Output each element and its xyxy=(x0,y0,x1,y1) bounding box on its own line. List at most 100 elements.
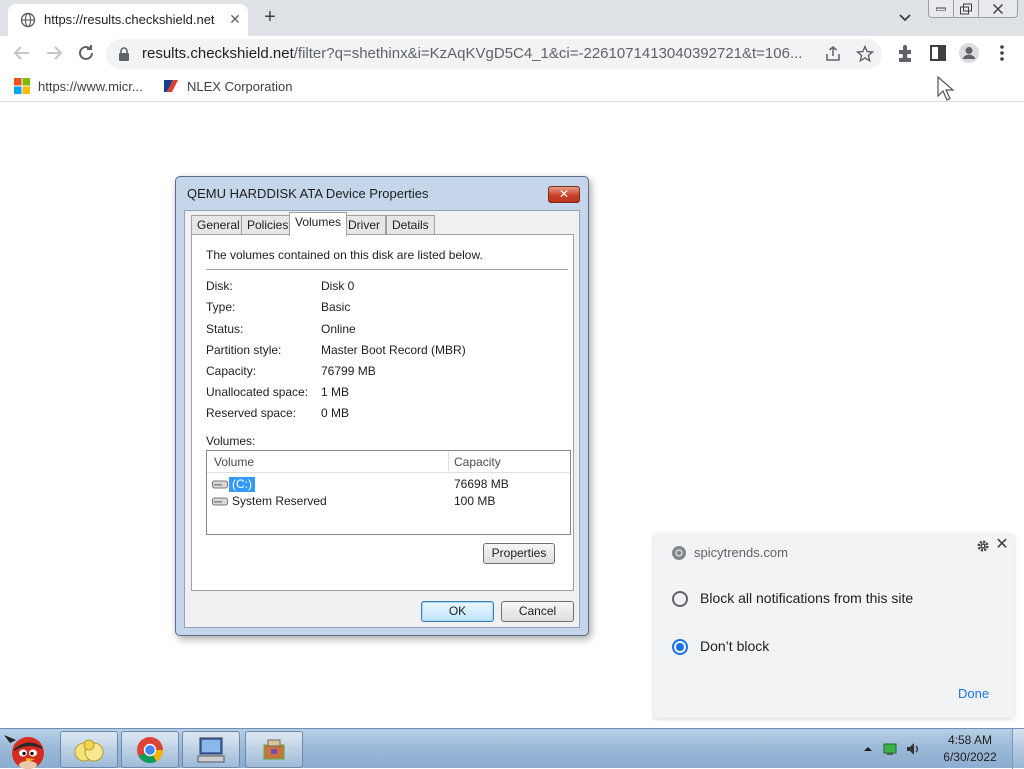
drive-icon xyxy=(212,497,228,506)
volumes-intro-text: The volumes contained on this disk are l… xyxy=(206,248,483,262)
kebab-menu-icon[interactable] xyxy=(991,42,1013,64)
taskbar-device-manager-button[interactable] xyxy=(182,731,240,768)
volumes-list-header: Volume Capacity xyxy=(207,451,570,473)
bookmark-item[interactable]: https://www.micr... xyxy=(14,76,143,96)
taskbar-chrome-button[interactable] xyxy=(121,731,179,768)
device-properties-dialog: QEMU HARDDISK ATA Device Properties ✕ Ge… xyxy=(175,176,589,636)
window-close-button[interactable] xyxy=(978,0,1018,18)
reload-icon[interactable] xyxy=(74,41,98,65)
new-tab-button[interactable]: + xyxy=(258,6,282,30)
dialog-title: QEMU HARDDISK ATA Device Properties xyxy=(187,186,429,201)
window-minimize-button[interactable] xyxy=(928,0,954,18)
property-label: Partition style: xyxy=(206,343,282,357)
radio-label-dont-block[interactable]: Don’t block xyxy=(700,638,769,654)
close-icon xyxy=(993,3,1003,14)
tray-expand-icon[interactable] xyxy=(860,741,876,757)
volume-speaker-icon[interactable] xyxy=(905,741,921,757)
taskbar-clock[interactable]: 4:58 AM 6/30/2022 xyxy=(934,732,1006,766)
clock-date: 6/30/2022 xyxy=(943,750,997,764)
drive-icon xyxy=(212,480,228,489)
nlex-logo-icon xyxy=(164,80,178,92)
restore-icon xyxy=(960,3,972,14)
property-value: Basic xyxy=(321,300,351,314)
url-text: results.checkshield.net/filter?q=shethin… xyxy=(142,45,822,62)
tab-general[interactable]: General xyxy=(191,215,246,235)
address-bar[interactable]: results.checkshield.net/filter?q=shethin… xyxy=(106,39,882,69)
tab-close-icon[interactable]: ✕ xyxy=(226,10,244,28)
property-value: Online xyxy=(321,322,356,336)
extensions-puzzle-icon[interactable] xyxy=(895,42,917,64)
radio-label-block-all[interactable]: Block all notifications from this site xyxy=(700,590,913,606)
property-label: Status: xyxy=(206,322,244,336)
folder-group-icon xyxy=(74,739,104,761)
lock-icon[interactable] xyxy=(118,47,130,61)
side-panel-icon[interactable] xyxy=(927,42,949,64)
ok-button[interactable]: OK xyxy=(421,601,494,622)
tab-details[interactable]: Details xyxy=(386,215,435,235)
property-value: 0 MB xyxy=(321,406,350,420)
radio-dont-block[interactable] xyxy=(672,639,688,655)
column-header-capacity[interactable]: Capacity xyxy=(454,455,501,469)
tab-title: https://results.checkshield.net xyxy=(44,12,215,27)
browser-tab[interactable]: https://results.checkshield.net ✕ xyxy=(8,4,248,36)
back-arrow-icon[interactable] xyxy=(10,41,34,65)
radio-block-all[interactable] xyxy=(672,591,688,607)
notification-permission-bubble: spicytrends.com ✕ Block all notification… xyxy=(654,534,1014,718)
network-icon[interactable] xyxy=(882,741,898,757)
clock-time: 4:58 AM xyxy=(947,733,993,747)
bookmarks-bar: https://www.micr... NLEX Corporation xyxy=(0,70,1024,102)
property-label: Disk: xyxy=(206,279,233,293)
microsoft-logo-icon xyxy=(14,78,30,94)
tab-driver[interactable]: Driver xyxy=(342,215,386,235)
start-button-angry-bird-icon[interactable] xyxy=(2,729,54,769)
chevron-down-icon[interactable] xyxy=(894,8,916,28)
volume-row[interactable]: (C:) 76698 MB xyxy=(207,476,570,493)
profile-avatar-icon[interactable] xyxy=(958,42,980,64)
column-header-volume[interactable]: Volume xyxy=(214,455,254,469)
column-divider[interactable] xyxy=(448,451,449,473)
url-path: /filter?q=shethinx&i=KzAqKVgD5C4_1&ci=-2… xyxy=(293,45,803,62)
computer-icon xyxy=(197,737,225,762)
volumes-label: Volumes: xyxy=(206,434,256,448)
tab-volumes[interactable]: Volumes xyxy=(289,212,348,236)
properties-button[interactable]: Properties xyxy=(483,543,555,564)
property-label: Reserved space: xyxy=(206,406,297,420)
bookmark-label: https://www.micr... xyxy=(38,78,143,94)
globe-icon xyxy=(20,12,36,28)
tab-policies[interactable]: Policies xyxy=(241,215,295,235)
volume-name: System Reserved xyxy=(232,494,327,508)
property-value: 76799 MB xyxy=(321,364,376,378)
chrome-logo-icon xyxy=(672,546,686,560)
window-restore-button[interactable] xyxy=(953,0,979,18)
gear-icon[interactable] xyxy=(976,539,990,553)
toolbox-icon xyxy=(263,739,285,759)
bookmark-item[interactable]: NLEX Corporation xyxy=(163,76,293,96)
dialog-body: General Policies Volumes Driver Details … xyxy=(184,210,580,628)
property-value: 1 MB xyxy=(321,385,350,399)
property-label: Type: xyxy=(206,300,236,314)
taskbar-app-button[interactable] xyxy=(245,731,303,768)
bookmark-star-icon[interactable] xyxy=(856,45,874,63)
done-button[interactable]: Done xyxy=(958,686,989,701)
property-value: Master Boot Record (MBR) xyxy=(321,343,466,357)
show-desktop-button[interactable] xyxy=(1012,729,1024,769)
separator xyxy=(206,269,568,270)
dialog-close-button[interactable]: ✕ xyxy=(548,186,580,203)
taskbar-explorer-button[interactable] xyxy=(60,731,118,768)
volume-row[interactable]: System Reserved 100 MB xyxy=(207,493,570,510)
volume-capacity: 76698 MB xyxy=(454,477,509,491)
property-label: Unallocated space: xyxy=(206,385,309,399)
bookmark-label: NLEX Corporation xyxy=(187,78,293,94)
notification-site: spicytrends.com xyxy=(694,545,788,560)
volume-capacity: 100 MB xyxy=(454,494,496,508)
minimize-icon xyxy=(936,7,946,11)
property-label: Capacity: xyxy=(206,364,257,378)
forward-arrow-icon[interactable] xyxy=(42,41,66,65)
share-icon[interactable] xyxy=(824,45,842,63)
tab-strip: https://results.checkshield.net ✕ + xyxy=(0,0,1024,36)
property-value: Disk 0 xyxy=(321,279,355,293)
volumes-list[interactable]: Volume Capacity (C:) 76698 MB System Res… xyxy=(206,450,571,535)
cancel-button[interactable]: Cancel xyxy=(501,601,574,622)
mouse-cursor-icon xyxy=(937,76,955,101)
close-icon[interactable]: ✕ xyxy=(994,537,1010,553)
